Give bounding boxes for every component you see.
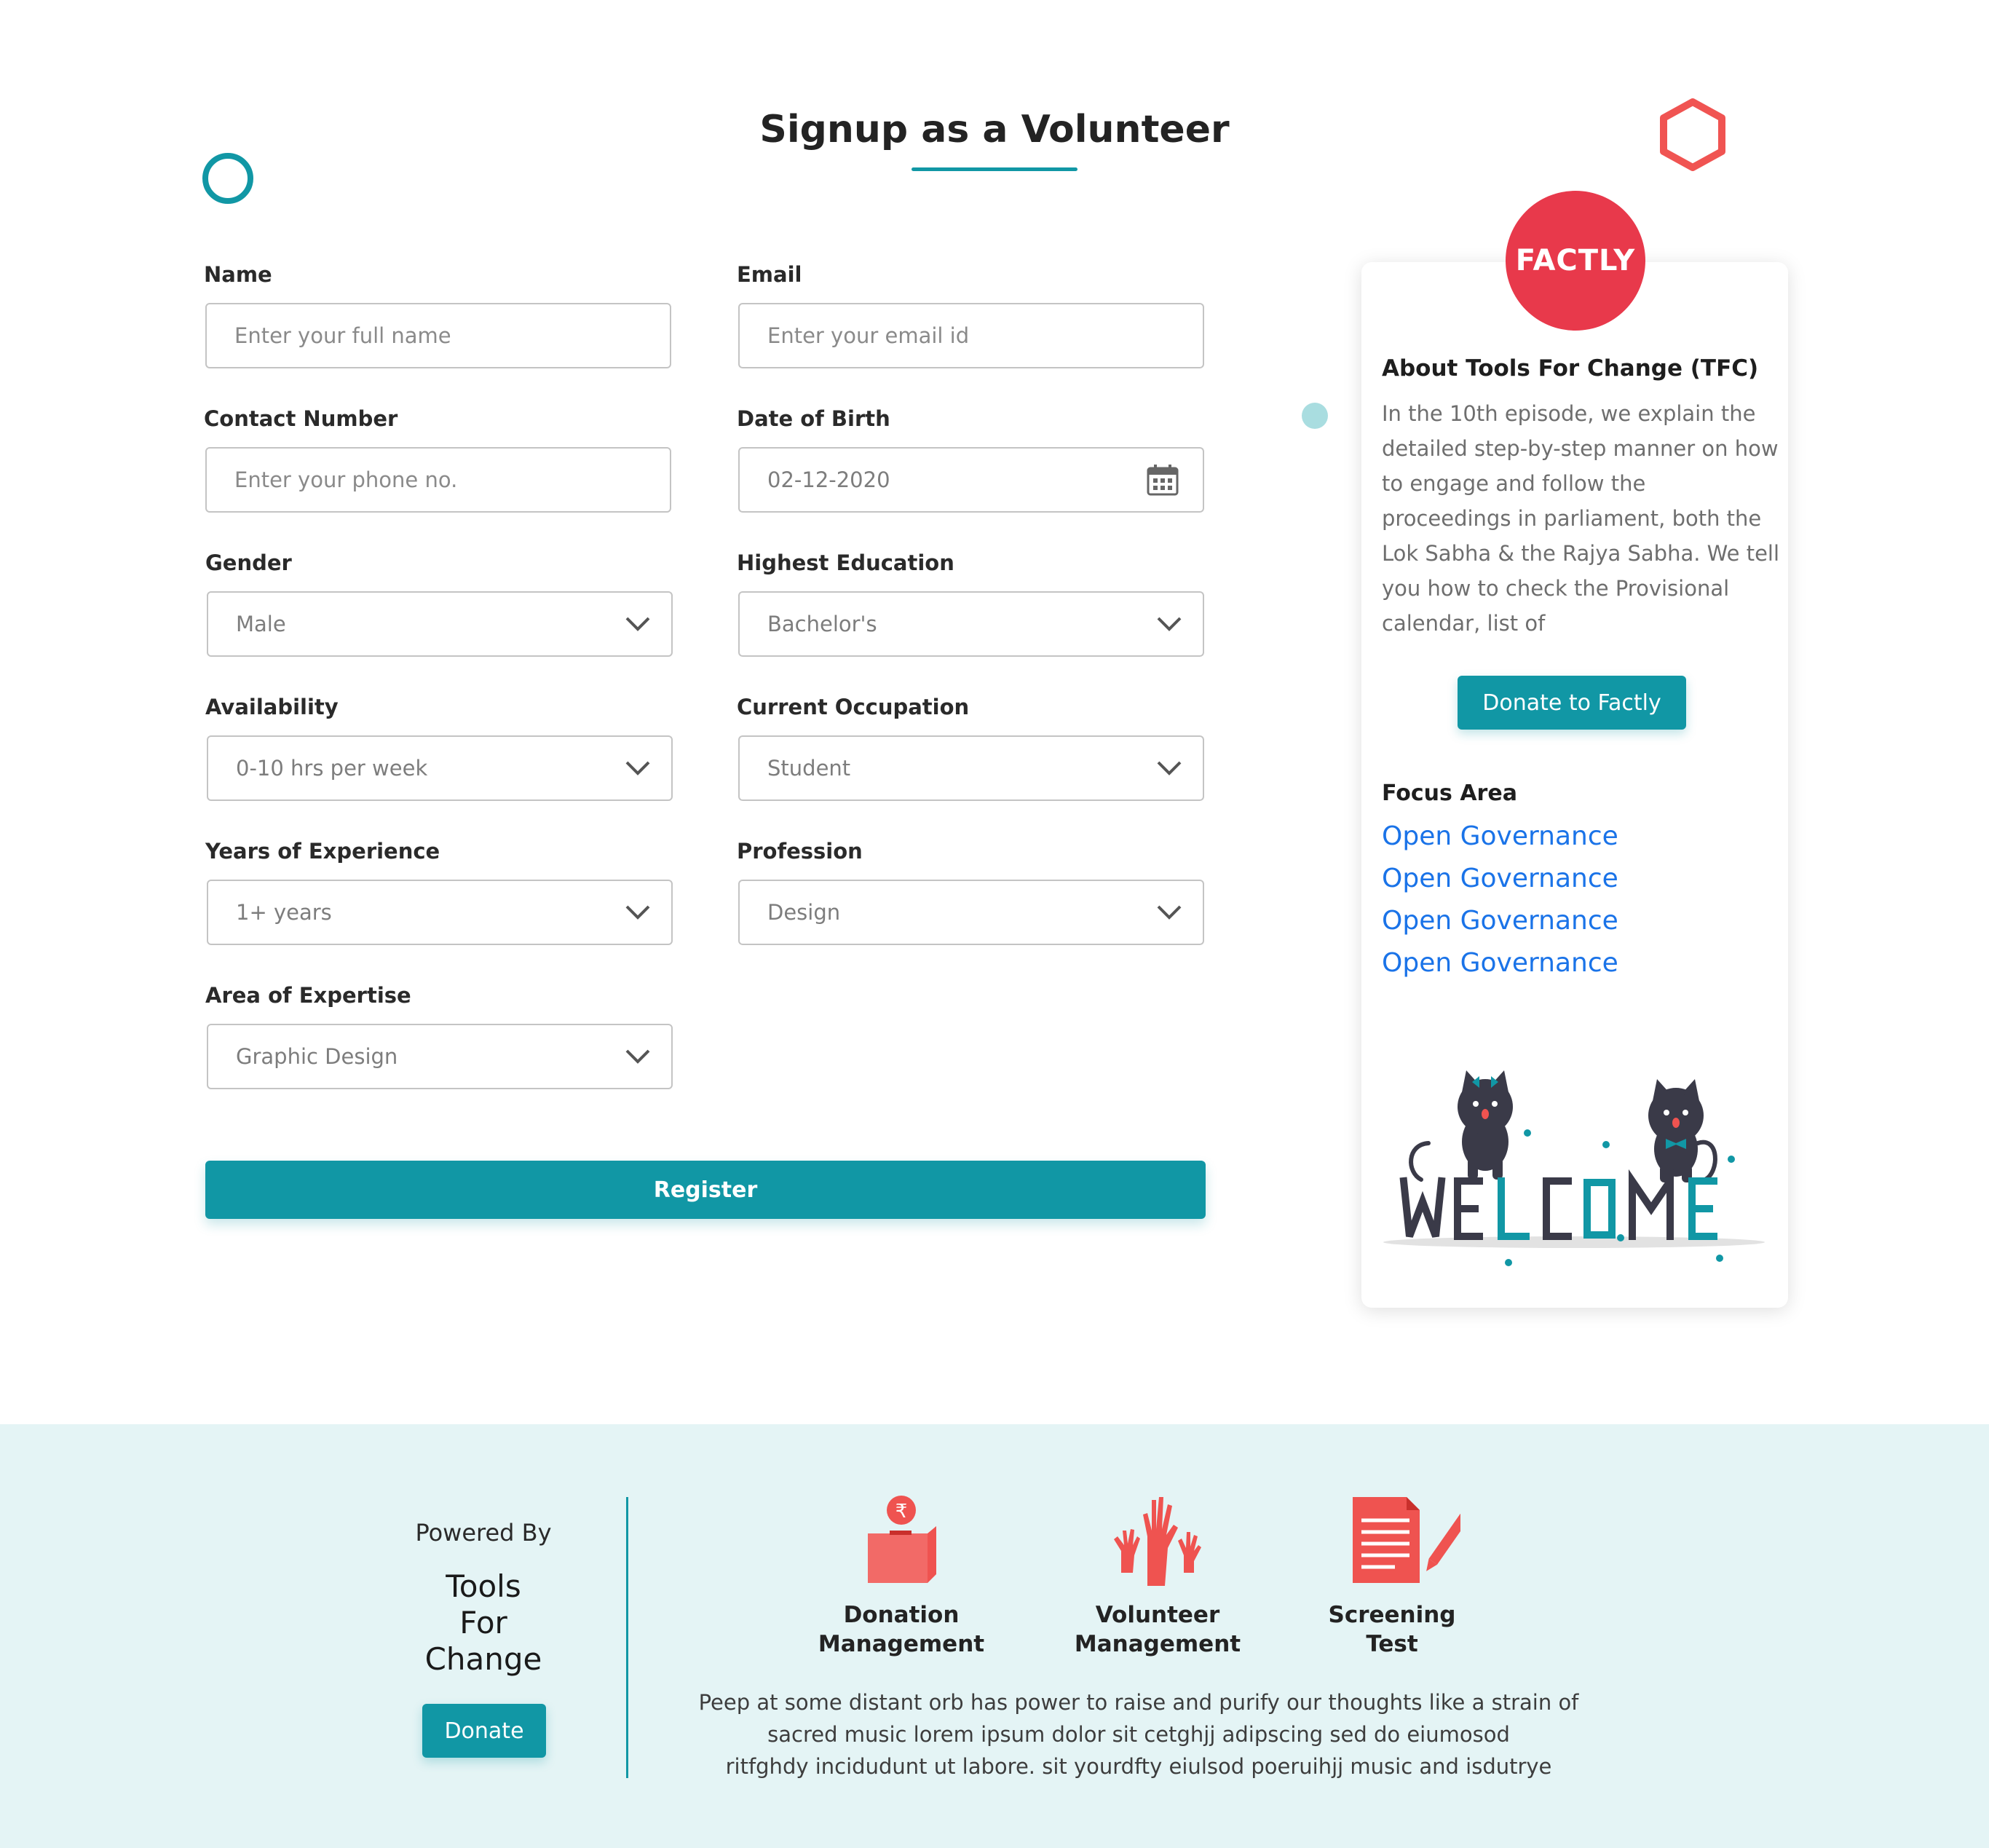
profession-select[interactable]: Design xyxy=(738,880,1204,945)
dot-decoration xyxy=(1302,403,1328,429)
profession-value: Design xyxy=(767,900,841,925)
chevron-down-icon xyxy=(625,905,650,920)
brand-name-line: Change xyxy=(424,1641,542,1677)
feature-volunteer: Volunteer Management xyxy=(1048,1600,1267,1659)
occupation-value: Student xyxy=(767,756,851,781)
education-value: Bachelor's xyxy=(767,612,877,636)
feature-label: Management xyxy=(818,1631,985,1657)
feature-label: Donation xyxy=(843,1602,960,1628)
email-label: Email xyxy=(737,262,802,287)
expertise-select[interactable]: Graphic Design xyxy=(207,1024,673,1089)
brand-name-line: Tools xyxy=(446,1568,521,1604)
chevron-down-icon xyxy=(1157,905,1182,920)
cat-right-icon xyxy=(1648,1079,1717,1182)
availability-label: Availability xyxy=(205,695,339,719)
chevron-down-icon xyxy=(625,617,650,631)
page-title: Signup as a Volunteer xyxy=(759,108,1230,151)
focus-area-link[interactable]: Open Governance xyxy=(1382,864,1618,893)
powered-by-label: Powered By xyxy=(415,1519,552,1547)
chevron-down-icon xyxy=(1157,617,1182,631)
footer-description: Peep at some distant orb has power to ra… xyxy=(684,1686,1593,1782)
raised-hands-icon xyxy=(1114,1497,1201,1586)
svg-text:₹: ₹ xyxy=(895,1501,908,1523)
name-input[interactable] xyxy=(205,303,671,368)
feature-label: Volunteer xyxy=(1095,1602,1220,1628)
register-button[interactable]: Register xyxy=(205,1161,1206,1219)
chevron-down-icon xyxy=(1157,761,1182,775)
name-label: Name xyxy=(204,262,272,287)
focus-area-link[interactable]: Open Governance xyxy=(1382,821,1618,851)
feature-label: Management xyxy=(1074,1631,1241,1657)
donation-box-icon: ₹ xyxy=(868,1496,936,1583)
footer-donate-button[interactable]: Donate xyxy=(422,1704,546,1758)
experience-value: 1+ years xyxy=(236,900,332,925)
contact-input[interactable] xyxy=(205,447,671,513)
test-sheet-icon xyxy=(1353,1497,1460,1583)
profession-label: Profession xyxy=(737,839,863,864)
footer-text-line: ritfghdy incidudunt ut labore. sit yourd… xyxy=(725,1754,1552,1779)
dob-label: Date of Birth xyxy=(737,406,890,431)
footer-text-line: Peep at some distant orb has power to ra… xyxy=(698,1690,1579,1715)
education-select[interactable]: Bachelor's xyxy=(738,591,1204,657)
about-text: In the 10th episode, we explain the deta… xyxy=(1382,401,1780,636)
about-title: About Tools For Change (TFC) xyxy=(1382,355,1759,382)
expertise-label: Area of Expertise xyxy=(205,983,411,1008)
availability-select[interactable]: 0-10 hrs per week xyxy=(207,735,673,801)
email-input[interactable] xyxy=(738,303,1204,368)
experience-label: Years of Experience xyxy=(205,839,440,864)
contact-label: Contact Number xyxy=(204,406,398,431)
feature-screening: Screening Test xyxy=(1283,1600,1501,1659)
feature-label: Test xyxy=(1366,1631,1418,1657)
gender-value: Male xyxy=(236,612,286,636)
footer-divider xyxy=(626,1497,628,1778)
title-underline xyxy=(912,167,1077,171)
expertise-value: Graphic Design xyxy=(236,1044,398,1069)
gender-select[interactable]: Male xyxy=(207,591,673,657)
welcome-cats-illustration xyxy=(1383,1070,1765,1266)
education-label: Highest Education xyxy=(737,550,954,575)
calendar-icon[interactable] xyxy=(1146,463,1179,497)
chevron-down-icon xyxy=(625,761,650,775)
footer-text-line: sacred music lorem ipsum dolor sit cetgh… xyxy=(767,1722,1510,1747)
occupation-label: Current Occupation xyxy=(737,695,970,719)
focus-area-link[interactable]: Open Governance xyxy=(1382,948,1618,978)
feature-label: Screening xyxy=(1328,1602,1456,1628)
ring-decoration xyxy=(202,153,253,204)
focus-area-link[interactable]: Open Governance xyxy=(1382,906,1618,936)
feature-donation: Donation Management xyxy=(792,1600,1011,1659)
focus-area-title: Focus Area xyxy=(1382,781,1517,806)
donate-factly-button[interactable]: Donate to Factly xyxy=(1458,676,1686,730)
brand-name-line: For xyxy=(459,1605,507,1640)
dob-input[interactable]: 02-12-2020 xyxy=(738,447,1204,513)
chevron-down-icon xyxy=(625,1049,650,1064)
availability-value: 0-10 hrs per week xyxy=(236,756,428,781)
factly-logo: FACTLY xyxy=(1506,191,1645,331)
experience-select[interactable]: 1+ years xyxy=(207,880,673,945)
dob-value: 02-12-2020 xyxy=(767,467,890,492)
occupation-select[interactable]: Student xyxy=(738,735,1204,801)
gender-label: Gender xyxy=(205,550,292,575)
cat-left-icon xyxy=(1409,1070,1513,1182)
